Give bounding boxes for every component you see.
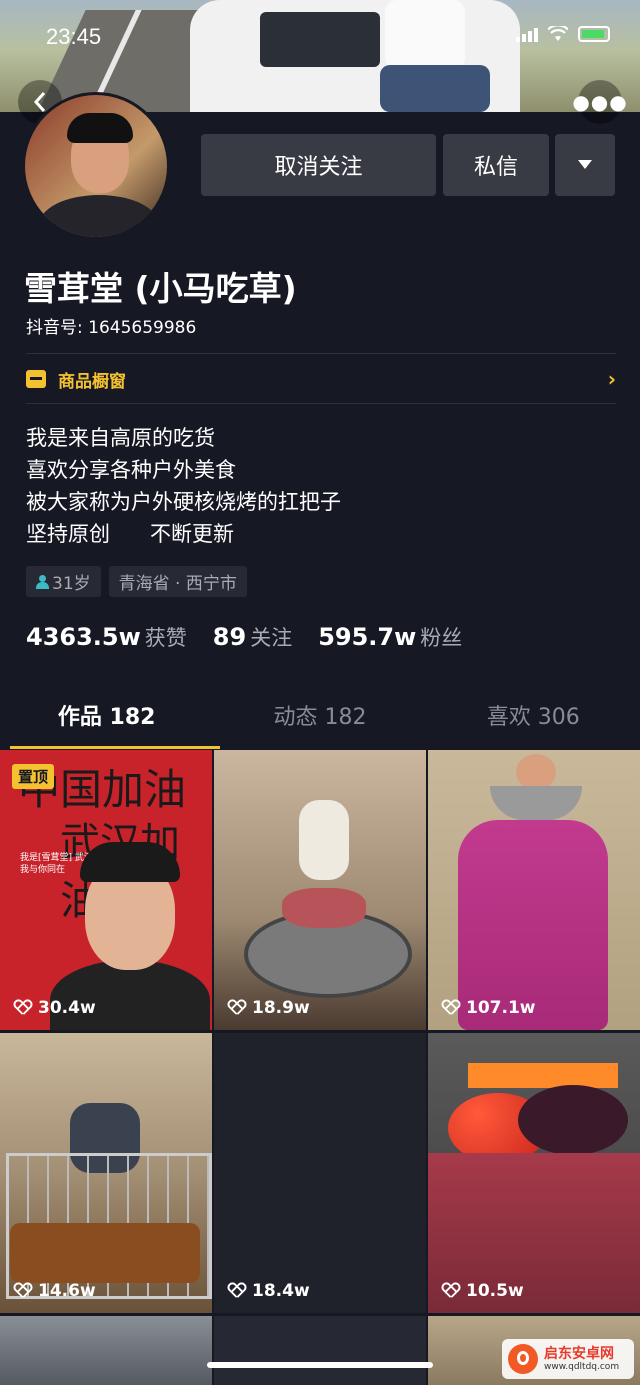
heart-icon [228, 1000, 246, 1016]
status-time: 23:45 [46, 24, 102, 49]
tab-works[interactable]: 作品 182 [0, 692, 213, 748]
tab-dynamics[interactable]: 动态 182 [213, 692, 426, 748]
profile-bio: 我是来自高原的吃货 喜欢分享各种户外美食 被大家称为户外硬核烧烤的扛把子 坚持原… [26, 422, 341, 550]
battery-icon [578, 26, 610, 42]
caret-down-icon [578, 160, 592, 169]
video-likes: 14.6w [14, 1281, 96, 1301]
message-button[interactable]: 私信 [443, 134, 549, 196]
profile-stats: 4363.5w 获赞 89 关注 595.7w 粉丝 [26, 622, 462, 652]
tab-likes[interactable]: 喜欢 306 [427, 692, 640, 748]
unfollow-button[interactable]: 取消关注 [201, 134, 436, 196]
video-likes: 18.9w [228, 998, 310, 1018]
video-likes: 10.5w [442, 1281, 524, 1301]
banner-person [385, 0, 465, 70]
watermark-name: 启东安卓网 [544, 1345, 614, 1362]
location-tag: 青海省 · 西宁市 [108, 566, 247, 597]
video-likes: 18.4w [228, 1281, 310, 1301]
video-likes-count: 18.4w [252, 1281, 310, 1301]
bio-line: 被大家称为户外硬核烧烤的扛把子 [26, 490, 341, 514]
video-likes-count: 107.1w [466, 998, 536, 1018]
video-thumbnail[interactable]: 14.6w [0, 1033, 212, 1313]
followers-stat[interactable]: 595.7w 粉丝 [318, 622, 462, 652]
watermark-url: www.qdltdq.com [544, 1361, 620, 1372]
shop-icon [26, 370, 46, 388]
chevron-right-icon: › [607, 367, 616, 391]
likes-count: 4363.5w [26, 623, 141, 651]
following-stat[interactable]: 89 关注 [213, 622, 292, 652]
avatar[interactable] [22, 92, 170, 240]
heart-icon [14, 1283, 32, 1299]
banner-car-window [260, 12, 380, 67]
shop-window-label: 商品橱窗 [58, 371, 126, 392]
likes-stat[interactable]: 4363.5w 获赞 [26, 622, 187, 652]
pinned-badge: 置顶 [12, 764, 55, 789]
heart-icon [442, 1000, 460, 1016]
active-tab-indicator [10, 746, 220, 749]
video-thumbnail[interactable] [0, 1316, 212, 1385]
home-indicator[interactable] [207, 1362, 433, 1368]
wifi-icon [548, 26, 568, 41]
video-thumbnail[interactable]: 18.9w [214, 750, 426, 1030]
bio-line: 坚持原创 不断更新 [26, 522, 235, 546]
profile-name: 雪茸堂 (小马吃草) [24, 269, 297, 308]
signal-icon [516, 26, 538, 42]
person-icon [36, 574, 49, 589]
video-thumbnail[interactable] [214, 1316, 426, 1385]
status-icons [516, 26, 610, 42]
followers-count: 595.7w [318, 623, 417, 651]
likes-label: 获赞 [144, 626, 187, 650]
following-count: 89 [212, 623, 247, 651]
divider [26, 403, 616, 404]
watermark: 启东安卓网 www.qdltdq.com [502, 1339, 634, 1379]
video-likes-count: 14.6w [38, 1281, 96, 1301]
watermark-logo-icon [508, 1344, 538, 1374]
more-dropdown-button[interactable] [555, 134, 615, 196]
video-thumbnail[interactable]: 中国加油 武汉加油 我是[雪茸堂] 武汉我与你同在 置顶 30.4w [0, 750, 212, 1030]
shop-window-link[interactable]: 商品橱窗 › [26, 356, 616, 402]
heart-icon [442, 1283, 460, 1299]
more-options-button[interactable]: ●●● [572, 80, 627, 124]
ellipsis-icon: ●●● [572, 90, 628, 114]
video-likes-count: 10.5w [466, 1281, 524, 1301]
douyin-id: 抖音号: 1645659986 [26, 318, 197, 338]
divider [26, 353, 616, 354]
following-label: 关注 [250, 626, 293, 650]
content-tabs: 作品 182 动态 182 喜欢 306 [0, 692, 640, 748]
video-likes-count: 30.4w [38, 998, 96, 1018]
bio-line: 我是来自高原的吃货 [26, 426, 215, 450]
banner-person-legs [380, 65, 490, 112]
bio-line: 喜欢分享各种户外美食 [26, 458, 236, 482]
video-likes: 30.4w [14, 998, 96, 1018]
video-likes: 107.1w [442, 998, 535, 1018]
video-thumbnail[interactable]: 18.4w [214, 1033, 426, 1313]
age-tag: 31岁 [26, 566, 101, 597]
video-thumbnail[interactable]: 10.5w [428, 1033, 640, 1313]
video-likes-count: 18.9w [252, 998, 310, 1018]
heart-icon [14, 1000, 32, 1016]
age-label: 31岁 [52, 574, 91, 594]
followers-label: 粉丝 [420, 626, 463, 650]
profile-tags: 31岁 青海省 · 西宁市 [26, 566, 247, 597]
heart-icon [228, 1283, 246, 1299]
video-thumbnail[interactable]: 107.1w [428, 750, 640, 1030]
